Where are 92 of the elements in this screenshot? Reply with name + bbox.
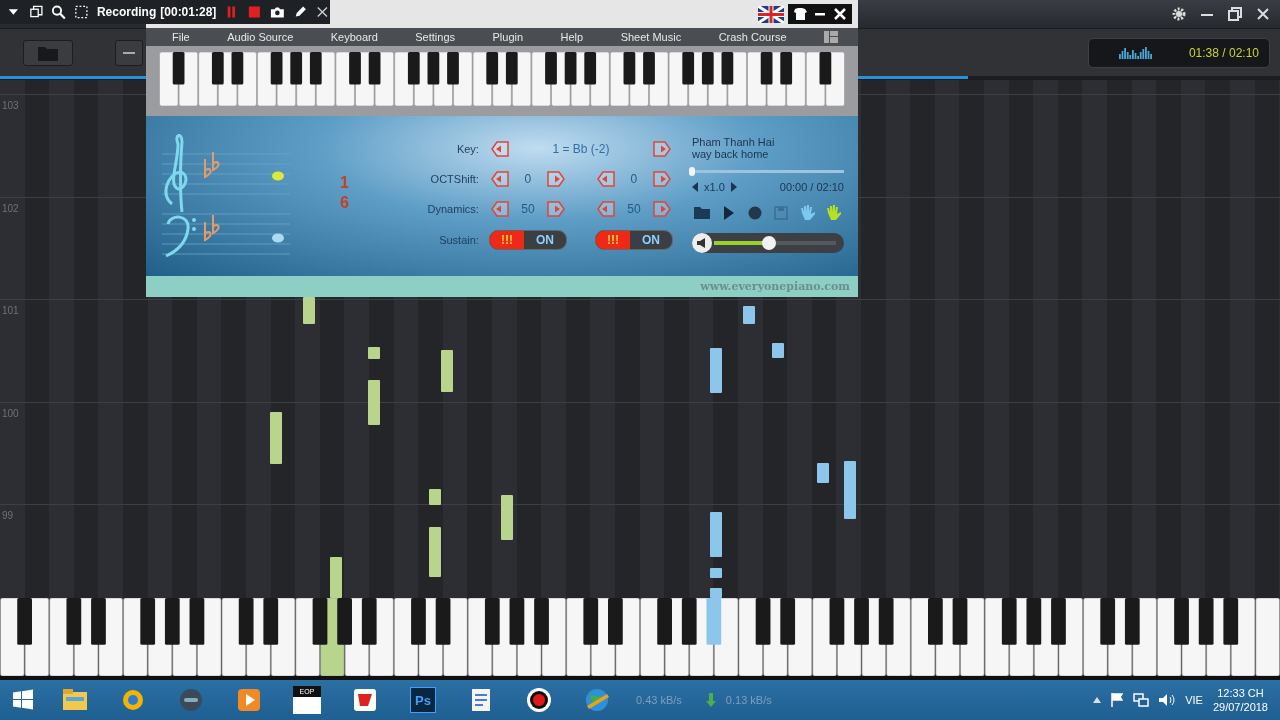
menu-item[interactable]: Help: [560, 31, 584, 43]
menu-item[interactable]: Crash Course: [718, 31, 787, 43]
falling-note: [429, 489, 441, 505]
globe-app-icon[interactable]: [583, 686, 611, 714]
volume-icon[interactable]: [1159, 693, 1176, 707]
download-arrow-icon: [705, 693, 716, 707]
layout-icon[interactable]: [823, 31, 838, 43]
recording-timer: [00:01:28]: [160, 5, 217, 19]
speaker-icon[interactable]: [697, 238, 707, 248]
download-speed: 0.13 kB/s: [725, 694, 772, 706]
restore-icon: [1228, 7, 1242, 21]
shirt-icon[interactable]: [792, 6, 808, 22]
value-text: 0: [523, 172, 533, 186]
windows-start-icon[interactable]: [12, 689, 34, 711]
logo-app-icon[interactable]: [351, 686, 379, 714]
falling-note: [441, 350, 453, 392]
falling-note: [330, 557, 342, 598]
windows-icon[interactable]: [28, 4, 44, 20]
equalizer-icon: [1119, 46, 1153, 59]
caret-up-icon[interactable]: [1093, 697, 1102, 703]
value-text: 0: [629, 172, 639, 186]
recording-label: Recording: [96, 5, 157, 19]
falling-note: [710, 588, 722, 598]
measure-number: 100: [1, 406, 19, 419]
falling-note: [270, 412, 282, 464]
menu-item[interactable]: Settings: [415, 31, 456, 43]
nox-app-icon[interactable]: [177, 686, 205, 714]
menu-item[interactable]: Keyboard: [330, 31, 378, 43]
close-button[interactable]: [832, 6, 848, 22]
right-hand-note-number: 1: [340, 174, 349, 192]
time-display: 01:38 / 02:10: [1088, 37, 1270, 68]
region-select-icon[interactable]: [74, 4, 89, 20]
photoshop-icon[interactable]: Ps: [410, 687, 436, 713]
falling-note: [710, 568, 722, 578]
value-text: 50: [520, 202, 536, 216]
clock-time[interactable]: 12:33 CH: [1217, 686, 1264, 700]
speed-value: x1.0: [704, 181, 725, 193]
gear-icon: [1171, 6, 1187, 22]
folder-icon: [38, 44, 58, 61]
uk-flag-icon[interactable]: [758, 5, 784, 23]
volume-slider[interactable]: [692, 233, 844, 253]
player-app-icon[interactable]: [235, 686, 263, 714]
language-indicator[interactable]: VIE: [1185, 694, 1203, 706]
measure-number: 101: [1, 304, 19, 316]
flag-icon[interactable]: [1111, 693, 1124, 707]
song-title: way back home: [692, 148, 770, 160]
falling-note: [772, 343, 784, 358]
control-label: Key:: [455, 143, 480, 155]
menu-item[interactable]: File: [172, 31, 190, 43]
decrease-button[interactable]: [594, 170, 615, 188]
falling-note: [429, 527, 441, 577]
key-value: 1 = Bb (-2): [551, 142, 611, 156]
falling-note: [368, 380, 380, 425]
falling-note: [844, 461, 856, 519]
decrease-button[interactable]: [488, 170, 509, 188]
falling-note: [710, 512, 722, 557]
sustain-toggle[interactable]: !!! ON: [488, 230, 567, 250]
falling-note: [710, 348, 722, 393]
decrease-button[interactable]: [488, 140, 509, 158]
clock-date[interactable]: 29/07/2018: [1212, 700, 1268, 714]
sustain-toggle[interactable]: !!! ON: [594, 230, 673, 250]
close-icon[interactable]: [315, 4, 330, 20]
control-label: Dynamics:: [426, 203, 480, 215]
menu-item[interactable]: Audio Source: [227, 31, 294, 43]
measure-number: 99: [1, 509, 14, 521]
record-app-icon[interactable]: [525, 686, 553, 714]
faster-button[interactable]: [730, 182, 737, 192]
falling-note: [817, 463, 829, 483]
song-time: 00:00 / 02:10: [779, 181, 844, 193]
position-slider-thumb[interactable]: [689, 167, 695, 176]
network-icon[interactable]: [1133, 693, 1150, 707]
left-hand-note-number: 6: [340, 194, 349, 212]
menu-item[interactable]: Plugin: [492, 31, 524, 43]
value-text: 50: [626, 202, 642, 216]
search-icon[interactable]: [51, 4, 67, 20]
measure-number: 102: [1, 201, 19, 214]
slower-button[interactable]: [692, 182, 698, 192]
control-label: Sustain:: [438, 234, 480, 246]
stop-button[interactable]: [247, 4, 262, 20]
falling-note: [501, 495, 513, 540]
close-icon: [1257, 8, 1269, 20]
measure-number: 103: [1, 99, 19, 111]
falling-note: [368, 347, 380, 359]
artist-name: Pham Thanh Hai: [692, 136, 776, 148]
camera-icon[interactable]: [269, 4, 285, 20]
increase-button[interactable]: [546, 170, 567, 188]
upload-speed: 0.43 kB/s: [636, 694, 682, 706]
minus-button[interactable]: [115, 39, 143, 66]
falling-note: [303, 297, 315, 324]
menu-item[interactable]: Sheet Music: [620, 31, 682, 43]
control-label: OCTShift:: [429, 173, 480, 185]
falling-note: [743, 306, 755, 324]
